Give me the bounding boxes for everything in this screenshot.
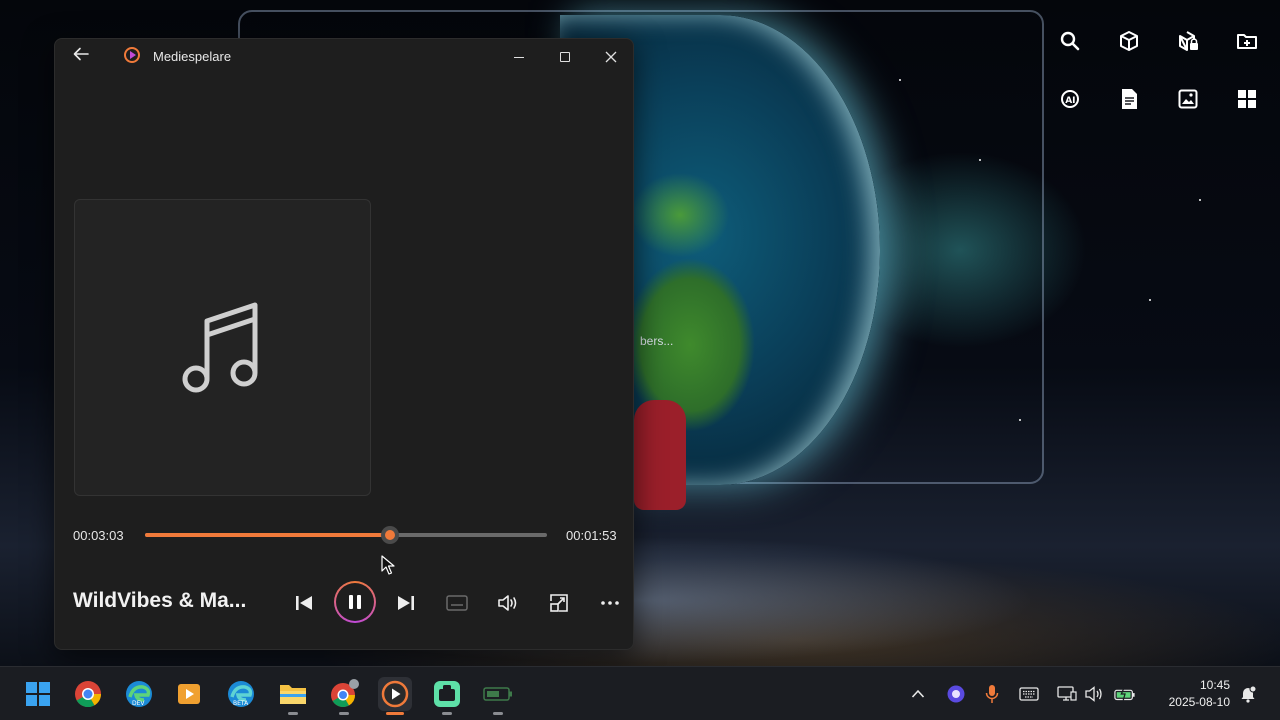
- pause-button-face: [336, 583, 374, 621]
- back-icon: [73, 47, 89, 61]
- svg-text:AI: AI: [1065, 96, 1075, 106]
- pause-button[interactable]: [334, 581, 376, 623]
- battery-charging-icon: [1114, 687, 1135, 701]
- album-art-placeholder: [74, 199, 371, 496]
- taskbar-battery-app[interactable]: [481, 677, 515, 715]
- volume-button[interactable]: [490, 585, 526, 621]
- seek-bar[interactable]: [145, 526, 547, 544]
- running-indicator: [493, 712, 503, 715]
- previous-button[interactable]: [286, 585, 322, 621]
- network-button[interactable]: [1056, 683, 1078, 705]
- clock-date: 2025-08-10: [1168, 695, 1230, 709]
- taskbar: DEV BETA 10:45 2025-08-10: [0, 666, 1280, 720]
- volume-tray-button[interactable]: [1083, 683, 1105, 705]
- image-icon[interactable]: [1158, 82, 1217, 116]
- back-button[interactable]: [73, 45, 89, 66]
- document-icon[interactable]: [1099, 82, 1158, 116]
- taskbar-media-player[interactable]: [378, 677, 412, 715]
- svg-text:DEV: DEV: [132, 700, 145, 707]
- media-player-logo-icon: [124, 47, 140, 63]
- network-icon: [1057, 686, 1077, 701]
- next-icon: [398, 596, 414, 610]
- next-button[interactable]: [388, 585, 424, 621]
- keyboard-button[interactable]: [1018, 683, 1040, 705]
- keyboard-icon: [1019, 687, 1039, 701]
- cube-lock-icon[interactable]: [1158, 24, 1217, 58]
- taskbar-edge-dev[interactable]: DEV: [122, 677, 156, 711]
- cube-icon[interactable]: [1099, 24, 1158, 58]
- svg-text:BETA: BETA: [233, 700, 249, 707]
- running-indicator: [288, 712, 298, 715]
- battery-button[interactable]: [1114, 683, 1136, 705]
- minimize-icon: [514, 56, 524, 58]
- maximize-button[interactable]: [547, 43, 583, 71]
- microphone-icon: [985, 685, 999, 703]
- edge-dev-icon: DEV: [126, 681, 152, 707]
- search-icon[interactable]: [1040, 24, 1099, 58]
- chevron-up-icon: [911, 689, 925, 698]
- total-time: 00:01:53: [566, 528, 617, 543]
- previous-icon: [296, 596, 312, 610]
- more-options-button[interactable]: [592, 585, 628, 621]
- music-note-icon: [182, 302, 257, 392]
- red-hooded-figure: [634, 400, 686, 510]
- active-indicator: [386, 712, 404, 715]
- more-icon: [601, 601, 619, 605]
- subtitles-button[interactable]: [439, 585, 475, 621]
- running-indicator: [442, 712, 452, 715]
- maximize-icon: [560, 52, 570, 62]
- app-title: Mediespelare: [153, 49, 232, 64]
- pause-icon: [349, 595, 361, 609]
- file-explorer-icon: [280, 685, 306, 704]
- media-player-icon: [381, 680, 409, 708]
- mini-player-icon: [550, 594, 568, 612]
- app-icon: [434, 681, 460, 707]
- volume-icon: [498, 595, 517, 611]
- tray-app-button[interactable]: [945, 683, 967, 705]
- notification-bell-icon: [1241, 685, 1257, 703]
- seek-thumb[interactable]: [381, 526, 400, 544]
- title-bar[interactable]: Mediespelare: [55, 39, 633, 75]
- windows-start-icon: [26, 682, 50, 706]
- taskbar-app[interactable]: [430, 677, 464, 715]
- taskbar-chrome[interactable]: [71, 677, 105, 711]
- close-icon: [605, 51, 617, 63]
- track-title[interactable]: WildVibes & Ma...: [73, 589, 273, 613]
- taskbar-media-app[interactable]: [172, 677, 206, 711]
- microphone-button[interactable]: [981, 683, 1003, 705]
- grid-icon[interactable]: [1217, 82, 1276, 116]
- battery-app-icon: [483, 687, 512, 701]
- media-icon: [178, 684, 200, 704]
- media-player-window: Mediespelare 00:03:03 00:01:53 WildVibes…: [54, 38, 634, 650]
- chrome-icon: [75, 681, 102, 708]
- system-clock[interactable]: 10:45 2025-08-10: [1150, 677, 1230, 711]
- windows-start-button[interactable]: [21, 677, 55, 711]
- clock-time: 10:45: [1199, 678, 1230, 692]
- chrome-profile-icon: [331, 679, 359, 708]
- minimize-button[interactable]: [501, 43, 537, 71]
- ai-icon[interactable]: AI: [1040, 82, 1099, 116]
- desktop-icon-grid: AI: [1040, 24, 1276, 140]
- taskbar-file-explorer[interactable]: [276, 677, 310, 715]
- folder-add-icon[interactable]: [1217, 24, 1276, 58]
- mouse-cursor-icon: [381, 555, 395, 580]
- tray-app-icon: [947, 685, 965, 703]
- running-indicator: [339, 712, 349, 715]
- seek-bar-progress: [145, 533, 391, 537]
- mini-player-button[interactable]: [541, 585, 577, 621]
- edge-beta-icon: BETA: [228, 681, 254, 707]
- taskbar-edge-beta[interactable]: BETA: [224, 677, 258, 711]
- taskbar-chrome-profile[interactable]: [327, 677, 361, 715]
- elapsed-time: 00:03:03: [73, 528, 124, 543]
- subtitles-icon: [446, 595, 468, 611]
- desktop-item-label: bers...: [640, 334, 674, 348]
- speaker-icon: [1085, 686, 1102, 702]
- tray-overflow-button[interactable]: [907, 683, 929, 705]
- notifications-button[interactable]: [1237, 683, 1259, 705]
- close-button[interactable]: [593, 43, 629, 71]
